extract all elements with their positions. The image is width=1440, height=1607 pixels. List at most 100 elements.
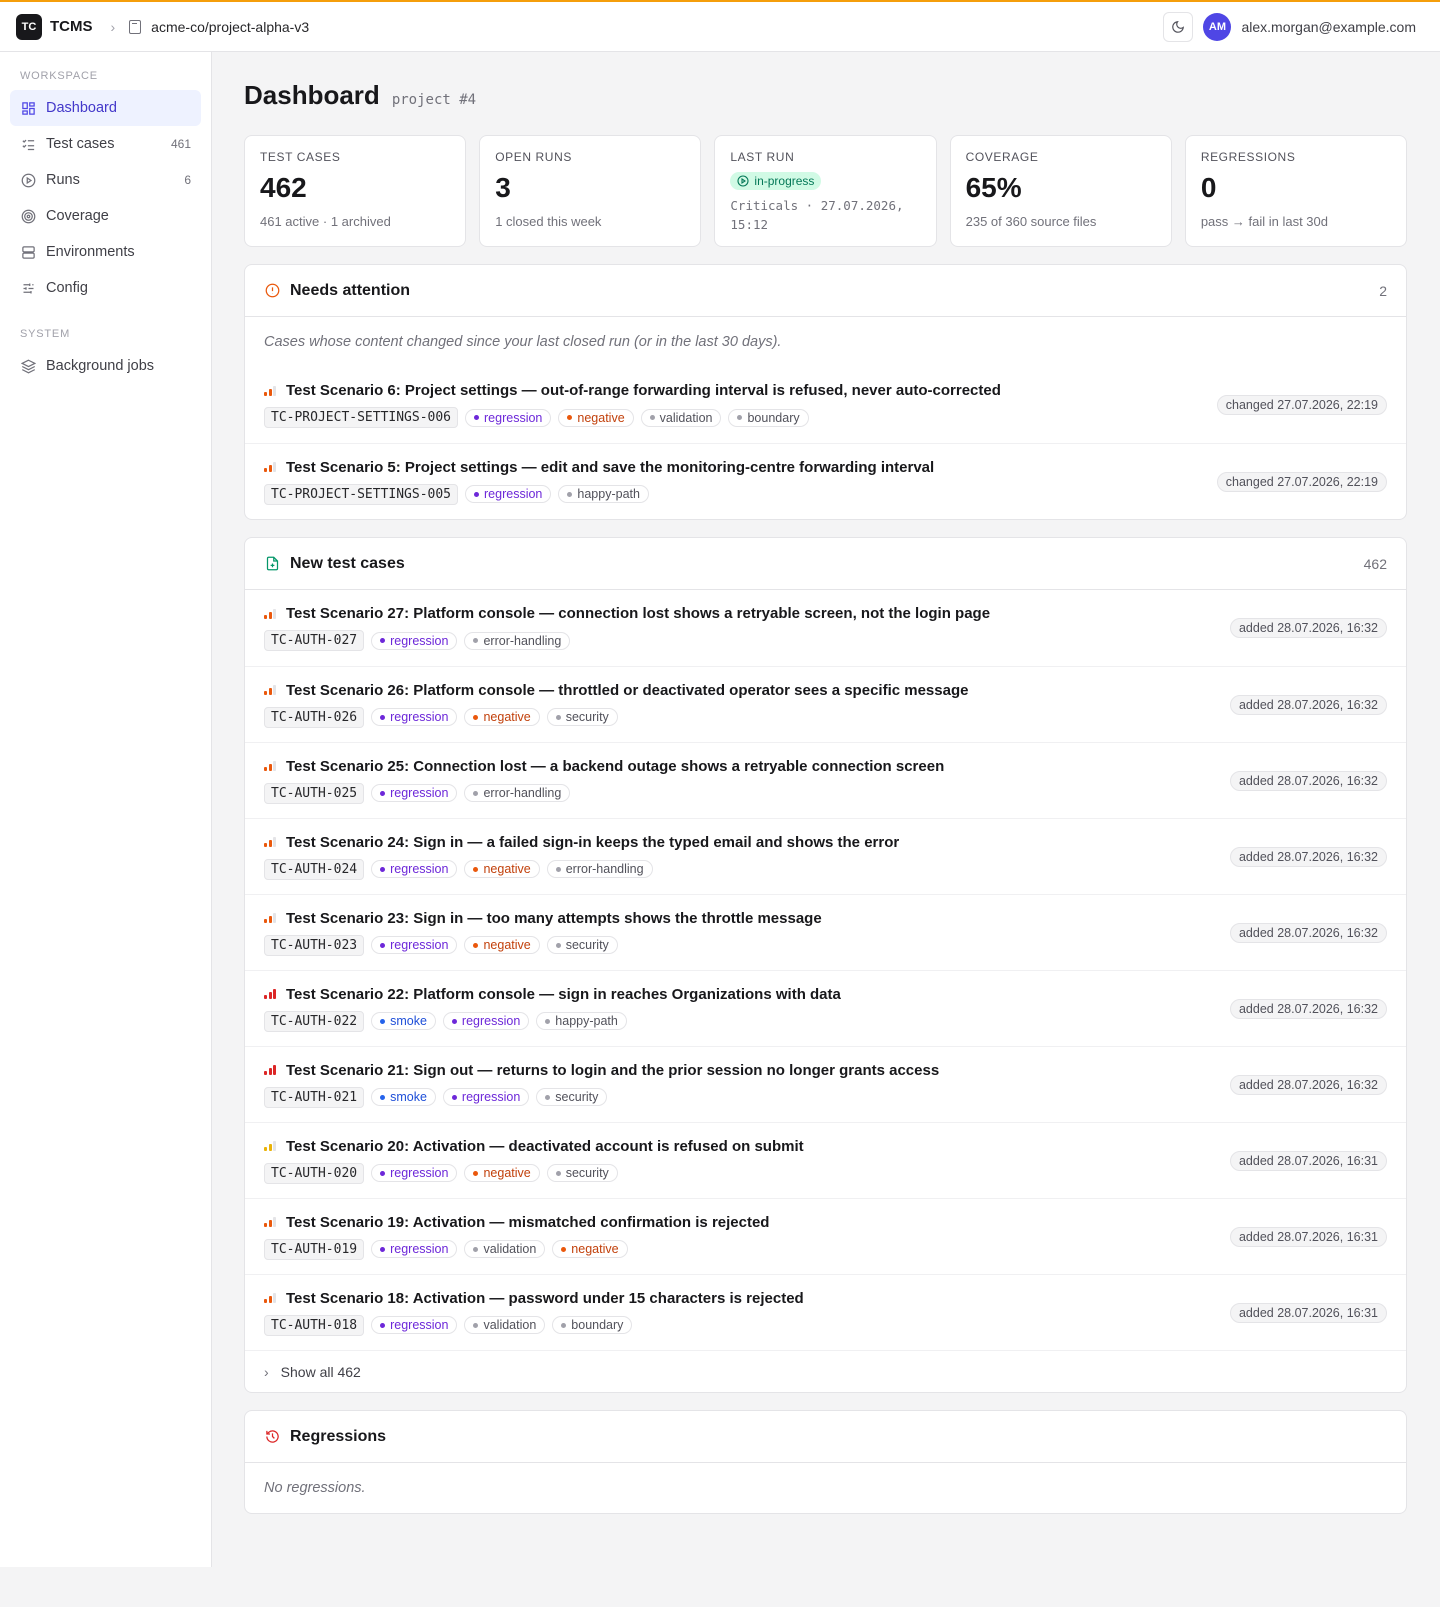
sidebar-item-count: 6: [184, 173, 191, 187]
case-title[interactable]: Test Scenario 23: Sign in — too many att…: [286, 910, 822, 927]
case-title[interactable]: Test Scenario 27: Platform console — con…: [286, 605, 990, 622]
case-title[interactable]: Test Scenario 25: Connection lost — a ba…: [286, 758, 944, 775]
avatar[interactable]: AM: [1203, 12, 1232, 41]
dashboard-icon: [20, 100, 36, 116]
sidebar-item-background-jobs[interactable]: Background jobs: [10, 348, 201, 384]
tag-security[interactable]: security: [546, 936, 618, 954]
case-title[interactable]: Test Scenario 20: Activation — deactivat…: [286, 1138, 804, 1155]
panel-title: Regressions: [290, 1427, 387, 1445]
tag-regression[interactable]: regression: [442, 1088, 530, 1106]
tag-regression[interactable]: regression: [371, 1164, 458, 1182]
case-title[interactable]: Test Scenario 26: Platform console — thr…: [286, 682, 968, 699]
tag-error-handling[interactable]: error-handling: [546, 860, 653, 878]
case-title[interactable]: Test Scenario 21: Sign out — returns to …: [286, 1062, 939, 1079]
tag-regression[interactable]: regression: [371, 1240, 458, 1258]
tag-happy-path[interactable]: happy-path: [536, 1012, 627, 1030]
stat-value: 0: [1200, 172, 1217, 203]
case-title[interactable]: Test Scenario 5: Project settings — edit…: [286, 459, 934, 476]
sidebar-item-test-cases[interactable]: Test cases 461: [10, 126, 201, 162]
case-row[interactable]: Test Scenario 21: Sign out — returns to …: [245, 1046, 1406, 1122]
stat-last-run[interactable]: LAST RUN in-progress Criticals · 27.07.2…: [714, 135, 937, 247]
case-title[interactable]: Test Scenario 6: Project settings — out-…: [286, 382, 1001, 399]
tag-label: regression: [390, 862, 449, 876]
panel-title: New test cases: [290, 554, 405, 572]
sidebar-item-runs[interactable]: Runs 6: [10, 162, 201, 198]
tag-security[interactable]: security: [546, 708, 618, 726]
case-row[interactable]: Test Scenario 27: Platform console — con…: [245, 590, 1406, 666]
tag-label: regression: [461, 1014, 521, 1028]
tag-negative[interactable]: negative: [558, 408, 634, 427]
case-row[interactable]: Test Scenario 23: Sign in — too many att…: [245, 894, 1406, 970]
user-email[interactable]: alex.morgan@example.com: [1241, 19, 1416, 35]
case-row[interactable]: Test Scenario 24: Sign in — a failed sig…: [245, 818, 1406, 894]
stat-open-runs[interactable]: OPEN RUNS 3 1 closed this week: [479, 135, 702, 247]
tag-regression[interactable]: regression: [371, 1316, 458, 1334]
tag-regression[interactable]: regression: [371, 860, 458, 878]
tag-negative[interactable]: negative: [464, 936, 540, 954]
tag-security[interactable]: security: [546, 1164, 618, 1182]
breadcrumb-project[interactable]: acme-co/project-alpha-v3: [151, 19, 309, 35]
tag-negative[interactable]: negative: [464, 860, 540, 878]
sidebar-item-coverage[interactable]: Coverage: [10, 198, 201, 234]
tag-boundary[interactable]: boundary: [728, 408, 809, 427]
tag-dot-icon: [737, 415, 743, 420]
case-timestamp: added 28.07.2026, 16:31: [1229, 1226, 1387, 1247]
case-row[interactable]: Test Scenario 22: Platform console — sig…: [245, 970, 1406, 1046]
tag-regression[interactable]: regression: [371, 631, 458, 650]
tag-negative[interactable]: negative: [552, 1240, 628, 1258]
tag-regression[interactable]: regression: [371, 936, 458, 954]
tag-validation[interactable]: validation: [640, 408, 722, 427]
theme-toggle-button[interactable]: [1163, 11, 1194, 42]
play-circle-icon: [737, 175, 749, 187]
tag-security[interactable]: security: [536, 1088, 608, 1106]
case-row[interactable]: Test Scenario 19: Activation — mismatche…: [245, 1198, 1406, 1274]
tag-error-handling[interactable]: error-handling: [464, 784, 571, 802]
tag-dot-icon: [473, 714, 479, 720]
case-id: TC-PROJECT-SETTINGS-005: [264, 483, 459, 505]
panel-count: 2: [1379, 282, 1387, 299]
tag-validation[interactable]: validation: [464, 1316, 546, 1334]
case-row[interactable]: Test Scenario 18: Activation — password …: [245, 1274, 1406, 1350]
priority-high-icon: [264, 1065, 278, 1075]
sidebar-section-system: SYSTEM: [20, 328, 71, 340]
case-row[interactable]: Test Scenario 5: Project settings — edit…: [245, 443, 1406, 519]
case-title[interactable]: Test Scenario 19: Activation — mismatche…: [286, 1214, 769, 1231]
stat-test-cases[interactable]: TEST CASES 462 461 active · 1 archived: [244, 135, 467, 247]
stat-regressions[interactable]: REGRESSIONS 0 pass → fail in last 30d: [1184, 135, 1408, 247]
case-id: TC-AUTH-026: [264, 706, 365, 728]
show-all-button[interactable]: › Show all 462: [245, 1350, 1406, 1392]
sidebar-item-config[interactable]: Config: [10, 270, 201, 306]
sidebar-item-dashboard[interactable]: Dashboard: [10, 90, 201, 126]
sidebar-item-label: Environments: [46, 244, 135, 260]
tag-happy-path[interactable]: happy-path: [558, 485, 649, 503]
app-logo[interactable]: TC: [16, 13, 42, 40]
case-row[interactable]: Test Scenario 20: Activation — deactivat…: [245, 1122, 1406, 1198]
case-row[interactable]: Test Scenario 25: Connection lost — a ba…: [245, 742, 1406, 818]
tag-regression[interactable]: regression: [371, 784, 458, 802]
case-title[interactable]: Test Scenario 18: Activation — password …: [286, 1290, 804, 1307]
tag-negative[interactable]: negative: [464, 1164, 540, 1182]
panel-title: Needs attention: [290, 281, 411, 299]
case-title[interactable]: Test Scenario 22: Platform console — sig…: [286, 986, 841, 1003]
tag-error-handling[interactable]: error-handling: [464, 631, 571, 650]
stat-coverage[interactable]: COVERAGE 65% 235 of 360 source files: [949, 135, 1172, 247]
tag-validation[interactable]: validation: [464, 1240, 546, 1258]
case-title[interactable]: Test Scenario 24: Sign in — a failed sig…: [286, 834, 899, 851]
tag-negative[interactable]: negative: [464, 708, 540, 726]
case-id: TC-PROJECT-SETTINGS-006: [264, 407, 459, 428]
page-title: Dashboard: [244, 80, 380, 110]
tag-label: regression: [390, 938, 449, 952]
case-timestamp: added 28.07.2026, 16:32: [1229, 846, 1387, 867]
tag-smoke[interactable]: smoke: [371, 1012, 436, 1030]
tag-boundary[interactable]: boundary: [552, 1316, 633, 1334]
sidebar-item-label: Dashboard: [46, 100, 117, 116]
tag-regression[interactable]: regression: [465, 408, 552, 427]
tag-regression[interactable]: regression: [442, 1012, 530, 1030]
sidebar-item-environments[interactable]: Environments: [10, 234, 201, 270]
case-row[interactable]: Test Scenario 26: Platform console — thr…: [245, 666, 1406, 742]
tag-regression[interactable]: regression: [465, 485, 552, 503]
tag-smoke[interactable]: smoke: [371, 1088, 436, 1106]
tag-regression[interactable]: regression: [371, 708, 458, 726]
app-name[interactable]: TCMS: [50, 18, 93, 35]
case-row[interactable]: Test Scenario 6: Project settings — out-…: [245, 367, 1406, 443]
